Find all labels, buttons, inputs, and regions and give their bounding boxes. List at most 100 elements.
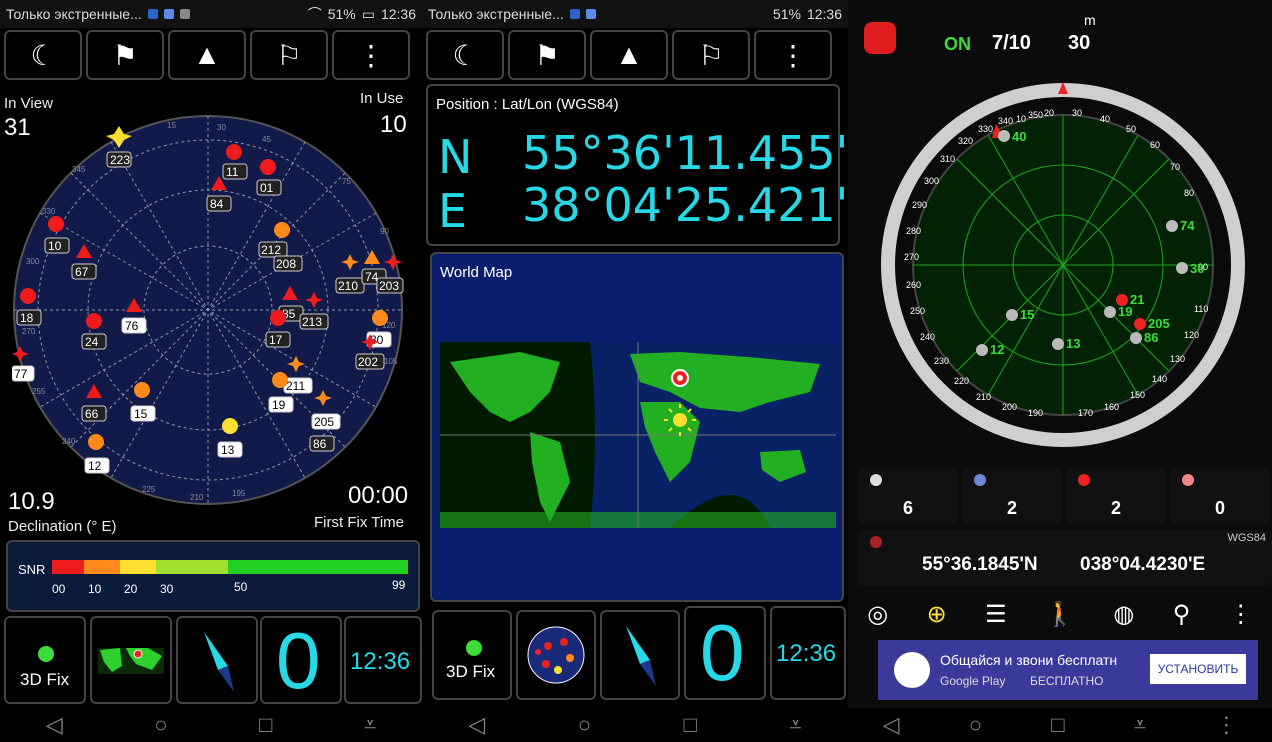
waypoints-button[interactable]: ⚐ <box>672 30 750 80</box>
speed-tile[interactable]: 0 <box>260 616 342 704</box>
clock-value: 12:36 <box>776 640 837 667</box>
svg-text:40: 40 <box>1012 129 1026 144</box>
compass-tick: 20 <box>1044 108 1054 118</box>
ad-price: БЕСПЛАТНО <box>1030 674 1104 688</box>
battery-percent: 51% <box>772 6 801 22</box>
more-vertical-icon[interactable]: ⋮ <box>1215 712 1237 738</box>
more-vertical-icon: ⋮ <box>779 39 807 71</box>
usa-flag-icon <box>870 474 882 486</box>
fix-status-tile[interactable]: 3D Fix <box>432 610 512 700</box>
map-label: World Map <box>440 264 513 281</box>
sats-used: 7/10 <box>992 32 1031 54</box>
battery-percent: 51% <box>327 6 356 22</box>
svg-text:11: 11 <box>226 165 239 179</box>
clock: 12:36 <box>806 6 842 22</box>
navigate-button[interactable]: ▲ <box>590 30 668 80</box>
home-icon[interactable]: ○ <box>578 712 591 738</box>
install-button[interactable]: УСТАНОВИТЬ <box>1150 654 1246 684</box>
svg-text:19: 19 <box>1118 304 1132 319</box>
app-logo-icon[interactable] <box>864 22 896 54</box>
compass-tick: 320 <box>958 136 973 146</box>
usa-count: 6 <box>902 498 913 518</box>
back-icon[interactable]: ◁ <box>46 712 63 738</box>
compass-sky-view: 10 20 30 40 50 60 70 80 90 110 120 130 1… <box>881 82 1245 447</box>
sky-view-tile[interactable] <box>516 610 596 700</box>
notifications-icon[interactable]: ⩡ <box>1134 712 1146 738</box>
svg-text:203: 203 <box>379 279 399 293</box>
image-icon <box>179 9 190 19</box>
sky-plot: 15 30 45 75 90 345 330 300 285 270 255 2… <box>12 115 404 505</box>
japan-count-tile[interactable]: 0 <box>1170 468 1270 524</box>
radar-icon <box>527 626 585 684</box>
more-vertical-icon[interactable]: ⋮ <box>1229 600 1253 629</box>
navigate-button[interactable]: ▲ <box>168 30 246 80</box>
svg-text:77: 77 <box>14 367 28 381</box>
clock-tile[interactable]: 12:36 <box>770 606 846 700</box>
radar-icon[interactable]: ⊕ <box>927 600 947 629</box>
signal-bars-icon[interactable]: ☰ <box>985 600 1007 629</box>
night-mode-button[interactable]: ☾ <box>4 30 82 80</box>
flags-icon: ⚐ <box>698 39 724 71</box>
recents-icon[interactable]: □ <box>259 712 272 738</box>
svg-text:66: 66 <box>85 407 99 421</box>
china-count: 2 <box>1110 498 1121 518</box>
home-icon[interactable]: ○ <box>154 712 167 738</box>
toolbar: ☾ ⚑ ▲ ⚐ ⋮ <box>422 30 836 80</box>
satellite[interactable]: 74 <box>1166 218 1195 233</box>
globe-icon[interactable]: ◍ <box>1113 600 1134 629</box>
position-label: Position : Lat/Lon (WGS84) <box>436 96 619 113</box>
ad-banner[interactable]: Общайся и звони бесплатн Google Play БЕС… <box>878 640 1258 700</box>
svg-text:211: 211 <box>286 379 305 393</box>
user-button[interactable]: ⚑ <box>508 30 586 80</box>
user-button[interactable]: ⚑ <box>86 30 164 80</box>
china-flag-icon <box>1078 474 1090 486</box>
china-count-tile[interactable]: 2 <box>1066 468 1166 524</box>
fix-status-tile[interactable]: 3D Fix <box>4 616 86 704</box>
speed-value: 0 <box>700 608 745 697</box>
svg-text:86: 86 <box>313 437 327 451</box>
compass-tick: 350 <box>1028 110 1043 120</box>
japan-count: 0 <box>1214 498 1225 518</box>
compass-needle-icon <box>626 626 656 686</box>
speed-tile[interactable]: 0 <box>684 606 766 700</box>
notifications-icon[interactable]: ⩡ <box>364 712 376 738</box>
compass-icon[interactable]: ◎ <box>867 600 888 629</box>
satellite[interactable]: 208 <box>273 255 303 272</box>
compass-tick: 330 <box>978 124 993 134</box>
compass-tick: 270 <box>904 252 919 262</box>
world-map-box: World Map <box>430 252 844 602</box>
waypoints-button[interactable]: ⚐ <box>250 30 328 80</box>
more-menu-button[interactable]: ⋮ <box>754 30 832 80</box>
snr-tick: 00 <box>52 582 66 596</box>
russia-flag-icon <box>974 474 986 486</box>
map-tile[interactable] <box>90 616 172 704</box>
satellite[interactable]: 205 <box>1134 316 1170 331</box>
gps-test-panel: ON 7/10 30 m 10 20 30 40 50 60 70 80 90 … <box>848 0 1272 742</box>
night-mode-button[interactable]: ☾ <box>426 30 504 80</box>
compass-tile[interactable] <box>600 610 680 700</box>
recents-icon[interactable]: □ <box>1051 712 1064 738</box>
walk-icon[interactable]: 🚶 <box>1045 600 1075 629</box>
map-pin-icon[interactable]: ⚲ <box>1173 600 1191 629</box>
compass-tile[interactable] <box>176 616 258 704</box>
back-icon[interactable]: ◁ <box>883 712 900 738</box>
sky-tick: 300 <box>26 257 40 266</box>
russia-count-tile[interactable]: 2 <box>962 468 1062 524</box>
svg-text:74: 74 <box>1180 218 1195 233</box>
back-icon[interactable]: ◁ <box>468 712 485 738</box>
moon-icon: ☾ <box>30 39 56 71</box>
more-menu-button[interactable]: ⋮ <box>332 30 410 80</box>
svg-text:18: 18 <box>20 311 34 325</box>
home-icon[interactable]: ○ <box>969 712 982 738</box>
app-icon <box>147 9 158 19</box>
satellite[interactable]: 86 <box>309 435 335 452</box>
usa-count-tile[interactable]: 6 <box>858 468 958 524</box>
svg-text:67: 67 <box>75 265 89 279</box>
notifications-icon[interactable]: ⩡ <box>789 712 801 738</box>
compass-tick: 340 <box>998 116 1013 126</box>
clock-tile[interactable]: 12:36 <box>344 616 422 704</box>
arrow-up-icon: ▲ <box>615 39 643 70</box>
speed-value: 0 <box>276 616 321 705</box>
tool-strip: ◎ ⊕ ☰ 🚶 ◍ ⚲ ⋮ <box>848 594 1272 634</box>
recents-icon[interactable]: □ <box>684 712 697 738</box>
